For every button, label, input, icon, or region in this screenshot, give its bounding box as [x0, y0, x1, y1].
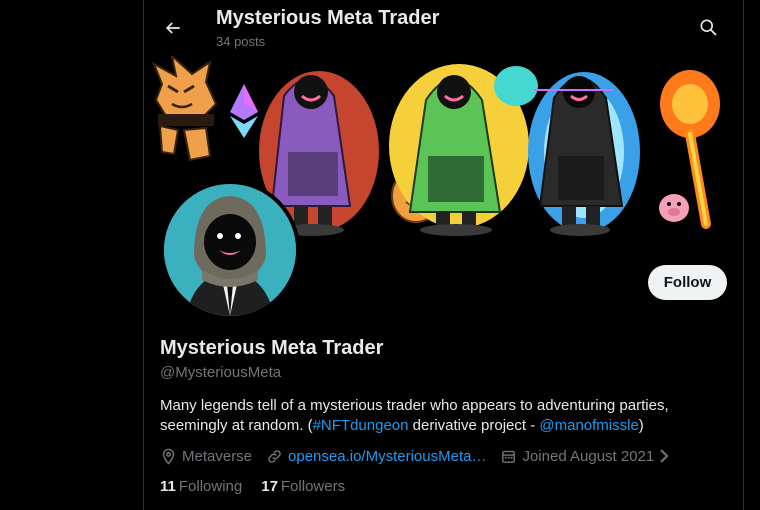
chevron-right-icon[interactable]	[657, 448, 671, 464]
green-hooded-trader-art	[389, 64, 538, 236]
profile-avatar[interactable]	[160, 180, 300, 320]
location: Metaverse	[160, 448, 252, 465]
location-pin-icon	[162, 448, 175, 465]
followers-count: 17	[261, 478, 278, 495]
profile-column: Mysterious Meta Trader 34 posts Follow M…	[143, 0, 744, 510]
post-count: 34 posts	[216, 34, 266, 49]
blue-hooded-trader-art	[528, 72, 640, 236]
profile-header: Mysterious Meta Trader 34 posts	[144, 0, 743, 56]
header-title: Mysterious Meta Trader	[216, 7, 440, 29]
hooded-figure-avatar-art	[164, 184, 296, 316]
profile-stats: 11 Following 17 Followers	[160, 478, 364, 495]
profile-name: Mysterious Meta Trader	[160, 337, 384, 359]
following-label: Following	[178, 478, 243, 495]
search-button[interactable]	[691, 10, 725, 44]
search-icon	[700, 19, 717, 36]
follow-button[interactable]: Follow	[648, 265, 727, 300]
bio-hashtag-link[interactable]: #NFTdungeon	[313, 417, 409, 434]
arrow-left-icon	[165, 22, 180, 34]
website-link[interactable]: opensea.io/MysteriousMeta…	[288, 448, 486, 465]
following-count: 11	[160, 478, 176, 495]
bio-mention-link[interactable]: @manofmissle	[539, 417, 638, 434]
profile-handle: @MysteriousMeta	[160, 364, 282, 381]
pink-pig-art	[659, 194, 689, 222]
back-button[interactable]	[156, 11, 190, 45]
location-text: Metaverse	[182, 447, 253, 465]
followers-label: Followers	[280, 478, 346, 495]
bio-text: derivative project -	[408, 417, 540, 434]
joined-text: Joined August 2021	[522, 447, 655, 465]
avatar	[164, 184, 296, 316]
profile-meta: Metaverse opensea.io/MysteriousMeta… Joi…	[160, 445, 690, 467]
link-icon	[268, 449, 281, 463]
joined-date: Joined August 2021	[500, 448, 676, 465]
website[interactable]: opensea.io/MysteriousMeta…	[266, 448, 486, 465]
fox-creature-art	[152, 56, 218, 162]
bio-text: )	[638, 417, 644, 434]
ethereum-diamond-art	[230, 84, 258, 138]
calendar-icon	[502, 450, 516, 463]
followers-link[interactable]: 17 Followers	[261, 478, 345, 495]
following-link[interactable]: 11 Following	[160, 478, 242, 495]
header-title-block: Mysterious Meta Trader 34 posts	[216, 6, 439, 49]
profile-bio: Many legends tell of a mysterious trader…	[160, 396, 720, 436]
